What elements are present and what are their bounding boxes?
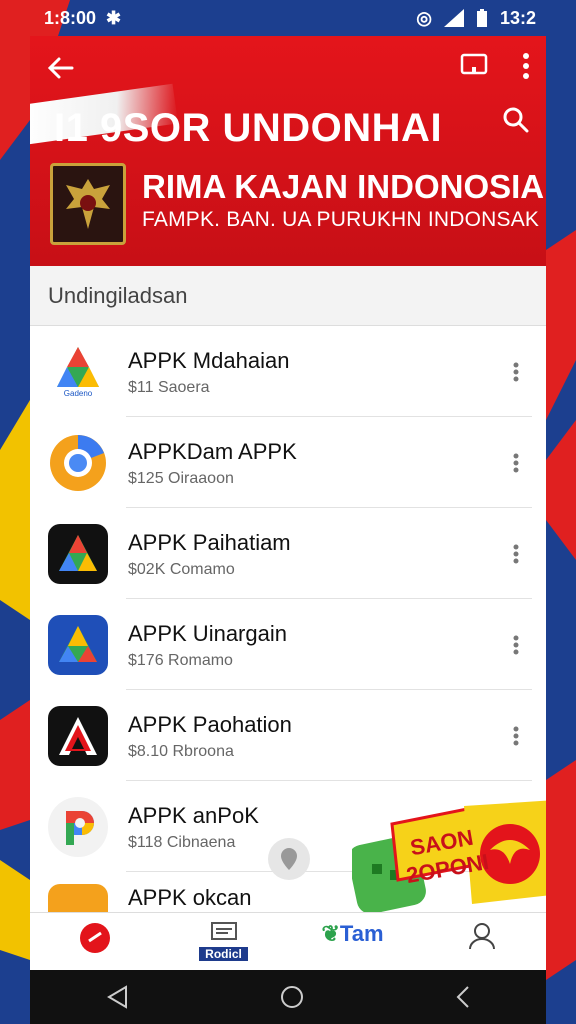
google-pay-like-icon — [48, 796, 108, 857]
more-vertical-icon — [513, 635, 519, 654]
header: I1 9SOR UNDONHAI RIMA KAJAN INDONOSIAI F… — [30, 36, 546, 266]
home-icon — [79, 923, 110, 953]
app-meta: $125 Oiraaoon — [128, 469, 234, 487]
account-icon — [468, 923, 495, 950]
bottom-navigation: Rodicl ❦Tam — [30, 912, 546, 970]
sync-icon: ◎ — [416, 7, 432, 28]
app-name: APPKDam APPK — [128, 438, 297, 464]
more-vertical-icon — [513, 726, 519, 745]
battery-time: 13:2 — [499, 7, 536, 28]
svg-text:Gadeno: Gadeno — [64, 389, 93, 398]
clock: 1:8:00 — [44, 7, 97, 28]
section-label: Undingiladsan — [48, 282, 188, 308]
colorful-a-icon — [48, 523, 108, 584]
nav-label: Rodicl — [199, 947, 248, 961]
location-pin-icon — [281, 848, 297, 870]
app-name: APPK Uinargain — [128, 620, 287, 646]
search-button[interactable] — [502, 106, 530, 139]
back-nav-icon[interactable] — [106, 985, 128, 1009]
google-drive-like-icon: Gadeno — [48, 341, 108, 402]
app-meta: $02K Comamo — [128, 560, 235, 578]
list-item[interactable]: Gadeno APPK Mdahaian $11 Saoera — [30, 326, 546, 417]
library-icon — [210, 922, 237, 940]
app-name: APPK Paihatiam — [128, 529, 291, 555]
blue-a-icon — [48, 614, 108, 675]
status-bar: 1:8:00 ✱ ◎ 13:2 — [0, 0, 576, 36]
nav-account[interactable] — [432, 921, 532, 951]
more-vertical-icon — [513, 453, 519, 472]
section-header: Undingiladsan — [30, 266, 546, 326]
app-title: I1 9SOR UNDONHAI — [54, 106, 443, 150]
app-name: APPK Paohation — [128, 711, 292, 737]
nav-brand[interactable]: ❦Tam — [303, 921, 403, 947]
item-menu-button[interactable] — [500, 352, 532, 392]
app-meta: $176 Romamo — [128, 651, 233, 669]
list-item[interactable]: APPK Uinargain $176 Romamo — [30, 599, 546, 690]
hero-title: RIMA KAJAN INDONOSIAI — [142, 168, 546, 205]
brand-icon: ❦Tam — [321, 921, 384, 946]
battery-icon — [476, 9, 487, 27]
recents-nav-icon[interactable] — [456, 985, 470, 1009]
arrow-left-icon — [47, 57, 74, 79]
back-button[interactable] — [46, 50, 82, 86]
chrome-like-icon — [48, 433, 108, 493]
hero-subtitle: FAMPK. BAN. UA PURUKHN INDONSAK — [142, 208, 540, 231]
garuda-emblem — [50, 163, 126, 245]
app-meta: $8.10 Rbroona — [128, 742, 234, 760]
signal-icon — [443, 9, 464, 27]
more-vertical-icon — [513, 362, 519, 381]
black-a-icon — [48, 705, 108, 766]
home-nav-icon[interactable] — [280, 985, 304, 1009]
more-vertical-icon — [523, 52, 529, 79]
notification-icon: ✱ — [106, 7, 122, 28]
app-meta: $11 Saoera — [128, 378, 210, 396]
item-menu-button[interactable] — [500, 443, 532, 483]
app-name: APPK Mdahaian — [128, 347, 290, 373]
floating-indicator[interactable] — [268, 838, 310, 880]
system-navigation-bar — [30, 970, 546, 1024]
list-item[interactable]: APPK Paohation $8.10 Rbroona — [30, 690, 546, 781]
cast-button[interactable] — [460, 53, 488, 84]
list-item[interactable]: APPK Paihatiam $02K Comamo — [30, 508, 546, 599]
more-vertical-icon — [513, 544, 519, 563]
app-screen: I1 9SOR UNDONHAI RIMA KAJAN INDONOSIAI F… — [30, 36, 546, 970]
nav-library[interactable]: Rodicl — [174, 921, 274, 961]
nav-home[interactable] — [45, 921, 145, 955]
item-menu-button[interactable] — [500, 534, 532, 574]
item-menu-button[interactable] — [500, 716, 532, 756]
item-menu-button[interactable] — [500, 625, 532, 665]
list-item[interactable]: APPKDam APPK $125 Oiraaoon — [30, 417, 546, 508]
cast-icon — [460, 53, 488, 74]
search-icon — [503, 107, 529, 133]
overflow-menu-button[interactable] — [522, 52, 530, 84]
